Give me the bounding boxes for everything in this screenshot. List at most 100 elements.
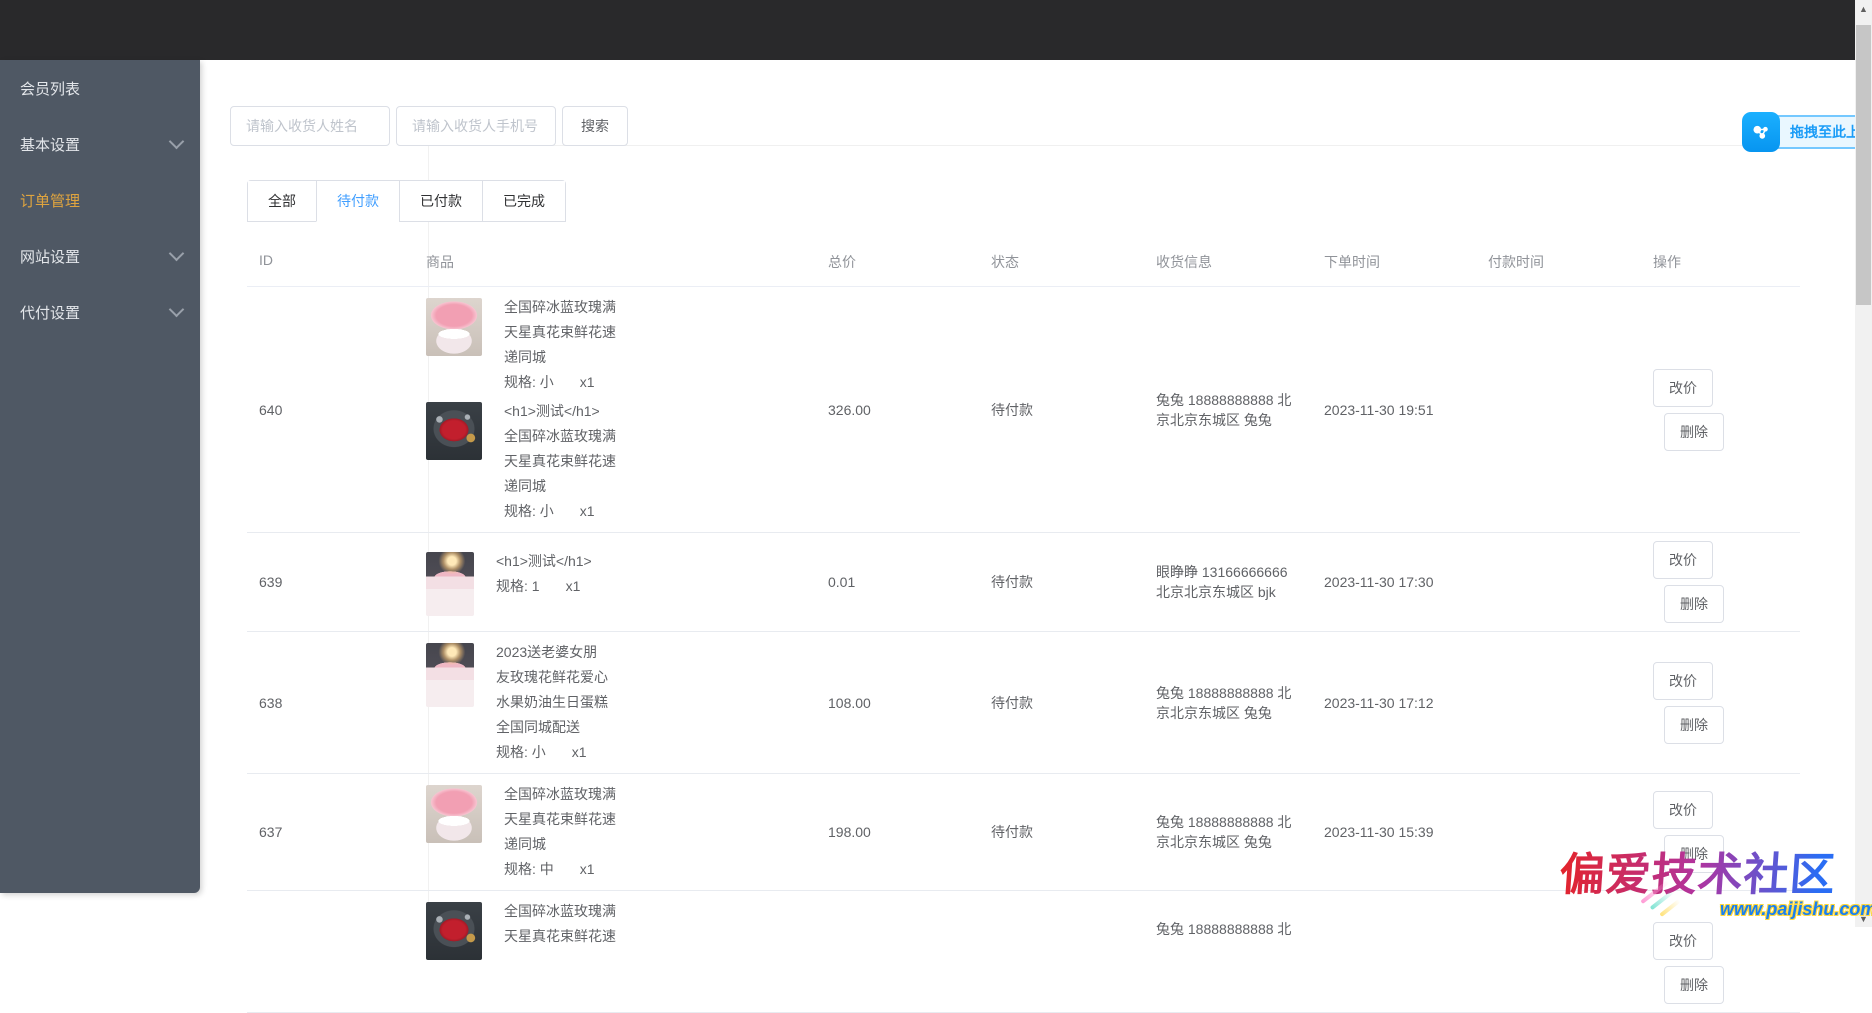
scrollbar-thumb[interactable] xyxy=(1856,25,1871,305)
product-image xyxy=(426,643,474,707)
column-header: 总价 xyxy=(828,254,856,270)
table-row: 全国碎冰蓝玫瑰满 天星真花束鲜花速 兔兔 18888888888 北 改价 删除 xyxy=(247,891,1800,1013)
product-cell: 全国碎冰蓝玫瑰满 天星真花束鲜花速 xyxy=(426,899,828,960)
sidebar-item[interactable]: 订单管理 xyxy=(0,172,200,228)
shipping-info: 兔兔 18888888888 北 xyxy=(1156,921,1292,937)
delete-button[interactable]: 删除 xyxy=(1664,835,1724,873)
scroll-down-arrow-icon[interactable]: ▼ xyxy=(1855,910,1872,927)
delete-button[interactable]: 删除 xyxy=(1664,585,1724,623)
column-header: 下单时间 xyxy=(1324,254,1380,270)
sidebar-item-label: 网站设置 xyxy=(20,248,81,266)
row-actions: 改价 删除 xyxy=(1653,922,1800,1004)
order-total: 198.00 xyxy=(828,824,871,840)
product-cell: 全国碎冰蓝玫瑰满 天星真花束鲜花速 递同城 规格: 中 x1 xyxy=(426,782,828,882)
top-bar xyxy=(0,0,1855,60)
scroll-up-arrow-icon[interactable]: ▲ xyxy=(1855,0,1872,17)
table-row: 638 2023送老婆女朋 友玫瑰花鲜花爱心 水果奶油生日蛋糕 全国同城配送 规格: 小… xyxy=(247,632,1800,774)
row-actions: 改价 删除 xyxy=(1653,541,1800,623)
order-id: 638 xyxy=(259,694,283,711)
product-text: <h1>测试</h1> 全国碎冰蓝玫瑰满 天星真花束鲜花速 递同城 规格: 小 x1 xyxy=(504,403,616,519)
product-cell: 全国碎冰蓝玫瑰满 天星真花束鲜花速 递同城 规格: 小 x1 <h1>测试</h1> 全国… xyxy=(426,295,828,524)
search-button[interactable]: 搜索 xyxy=(562,106,628,146)
sidebar-item-label: 订单管理 xyxy=(20,192,81,210)
row-actions: 改价 删除 xyxy=(1653,368,1800,451)
sidebar-item[interactable]: 网站设置 xyxy=(0,228,200,284)
order-total: 108.00 xyxy=(828,694,871,711)
drag-upload-widget[interactable]: 拖拽至此上传 xyxy=(1742,112,1872,152)
receiver-phone-input[interactable] xyxy=(396,106,556,146)
delete-button[interactable]: 删除 xyxy=(1664,966,1724,1004)
shipping-info: 兔兔 18888888888 北京北京东城区 兔兔 xyxy=(1156,391,1292,428)
search-bar: 搜索 xyxy=(230,106,628,146)
product-item: 2023送老婆女朋 友玫瑰花鲜花爱心 水果奶油生日蛋糕 全国同城配送 规格: 小 x1 xyxy=(426,640,828,765)
product-text: 全国碎冰蓝玫瑰满 天星真花束鲜花速 递同城 规格: 中 x1 xyxy=(504,786,616,877)
delete-button[interactable]: 删除 xyxy=(1664,705,1724,744)
order-id: 637 xyxy=(259,824,283,840)
order-status: 待付款 xyxy=(991,401,1033,418)
product-item: 全国碎冰蓝玫瑰满 天星真花束鲜花速 xyxy=(426,899,828,960)
table-header: ID 商品 总价 状态 收货信息 下单时间 付款时间 操作 xyxy=(247,240,1800,287)
sidebar-item-label: 会员列表 xyxy=(20,80,81,98)
column-header: 收货信息 xyxy=(1156,254,1212,270)
sidebar-item[interactable]: 会员列表 xyxy=(0,60,200,116)
order-status-tabs: 全部 待付款 已付款 已完成 xyxy=(247,180,566,222)
product-image xyxy=(426,298,482,356)
header-divider xyxy=(430,145,1872,146)
sidebar-item-label: 代付设置 xyxy=(20,304,81,322)
product-item: <h1>测试</h1> 规格: 1 x1 xyxy=(426,549,828,616)
order-status: 待付款 xyxy=(991,574,1033,590)
edit-price-button[interactable]: 改价 xyxy=(1653,791,1713,829)
receiver-name-input[interactable] xyxy=(230,106,390,146)
order-time: 2023-11-30 17:12 xyxy=(1324,694,1434,711)
order-time: 2023-11-30 19:51 xyxy=(1324,401,1434,418)
column-header: 付款时间 xyxy=(1488,254,1544,270)
vertical-scrollbar[interactable]: ▲ ▼ xyxy=(1855,0,1872,927)
order-total: 326.00 xyxy=(828,401,871,418)
row-actions: 改价 删除 xyxy=(1653,791,1800,873)
sidebar-item[interactable]: 基本设置 xyxy=(0,116,200,172)
product-image xyxy=(426,551,474,616)
product-cell: 2023送老婆女朋 友玫瑰花鲜花爱心 水果奶油生日蛋糕 全国同城配送 规格: 小 x1 xyxy=(426,640,828,765)
sidebar-item[interactable]: 代付设置 xyxy=(0,284,200,340)
order-total: 0.01 xyxy=(828,574,856,590)
tab[interactable]: 待付款 xyxy=(316,181,399,222)
column-header: ID xyxy=(259,252,273,268)
product-cell: <h1>测试</h1> 规格: 1 x1 xyxy=(426,549,828,616)
edit-price-button[interactable]: 改价 xyxy=(1653,541,1713,579)
chevron-down-icon xyxy=(168,301,185,317)
delete-button[interactable]: 删除 xyxy=(1664,412,1724,451)
shipping-info: 眼睁睁 13166666666 北京北京东城区 bjk xyxy=(1156,564,1288,600)
orders-table: ID 商品 总价 状态 收货信息 下单时间 付款时间 操作 640 全国碎冰蓝玫瑰满 天星真花束… xyxy=(247,240,1800,1013)
product-text: 2023送老婆女朋 友玫瑰花鲜花爱心 水果奶油生日蛋糕 全国同城配送 规格: 小 x1 xyxy=(496,644,608,760)
column-header: 商品 xyxy=(426,254,454,270)
tab[interactable]: 已完成 xyxy=(482,181,565,222)
chevron-down-icon xyxy=(168,245,185,261)
shipping-info: 兔兔 18888888888 北京北京东城区 兔兔 xyxy=(1156,814,1292,850)
order-time: 2023-11-30 15:39 xyxy=(1324,824,1434,840)
product-image xyxy=(426,902,482,960)
order-status: 待付款 xyxy=(991,824,1033,840)
product-text: <h1>测试</h1> 规格: 1 x1 xyxy=(496,552,592,594)
edit-price-button[interactable]: 改价 xyxy=(1653,661,1713,700)
product-text: 全国碎冰蓝玫瑰满 天星真花束鲜花速 xyxy=(504,903,616,944)
sidebar-item-label: 基本设置 xyxy=(20,136,81,154)
order-time: 2023-11-30 17:30 xyxy=(1324,574,1434,590)
order-status: 待付款 xyxy=(991,694,1033,711)
tab[interactable]: 全部 xyxy=(248,181,316,222)
product-image xyxy=(426,402,482,460)
table-row: 637 全国碎冰蓝玫瑰满 天星真花束鲜花速 递同城 规格: 中 x1 198.00 待付… xyxy=(247,774,1800,891)
row-actions: 改价 删除 xyxy=(1653,661,1800,744)
product-item: <h1>测试</h1> 全国碎冰蓝玫瑰满 天星真花束鲜花速 递同城 规格: 小 x1 xyxy=(426,399,828,524)
table-body: 640 全国碎冰蓝玫瑰满 天星真花束鲜花速 递同城 规格: 小 x1 <h1>测试</h… xyxy=(247,287,1800,1013)
edit-price-button[interactable]: 改价 xyxy=(1653,922,1713,960)
product-image xyxy=(426,785,482,843)
product-item: 全国碎冰蓝玫瑰满 天星真花束鲜花速 递同城 规格: 中 x1 xyxy=(426,782,828,882)
table-row: 640 全国碎冰蓝玫瑰满 天星真花束鲜花速 递同城 规格: 小 x1 <h1>测试</h… xyxy=(247,287,1800,533)
edit-price-button[interactable]: 改价 xyxy=(1653,368,1713,407)
tab[interactable]: 已付款 xyxy=(399,181,482,222)
order-id: 640 xyxy=(259,401,283,418)
column-header: 操作 xyxy=(1653,254,1681,270)
order-id: 639 xyxy=(259,574,283,590)
column-header: 状态 xyxy=(991,254,1019,270)
product-text: 全国碎冰蓝玫瑰满 天星真花束鲜花速 递同城 规格: 小 x1 xyxy=(504,299,616,390)
